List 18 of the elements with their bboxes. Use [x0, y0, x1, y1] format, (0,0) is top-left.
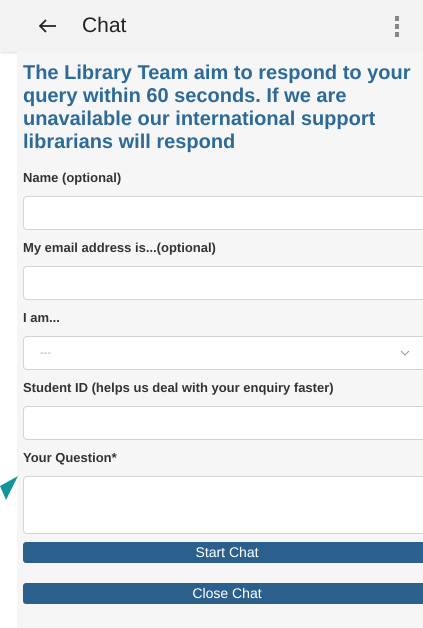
- select-value: ---: [40, 346, 51, 361]
- pointer-arrow-icon: [0, 476, 18, 500]
- back-arrow-icon[interactable]: [39, 19, 57, 33]
- text-field[interactable]: [23, 266, 423, 300]
- chat-button[interactable]: Close Chat: [23, 583, 423, 604]
- chat-button[interactable]: Start Chat: [23, 542, 423, 563]
- header-title: Chat: [82, 13, 126, 40]
- intro-heading: The Library Team aim to respond to your query within 60 seconds. If we are unavailable our international support librarians will respond: [23, 62, 412, 154]
- more-menu-icon[interactable]: [394, 15, 400, 37]
- text-field[interactable]: [23, 406, 423, 440]
- chevron-down-icon: [400, 350, 410, 356]
- question-textarea[interactable]: [23, 476, 423, 534]
- field-label: Name (optional): [23, 169, 122, 188]
- field-label: My email address is...(optional): [23, 239, 217, 258]
- field-label: Student ID (helps us deal with your enquiry faster): [23, 379, 335, 398]
- field-label: I am...: [23, 309, 61, 328]
- text-field[interactable]: [23, 196, 423, 230]
- field-label: Your Question*: [23, 449, 118, 468]
